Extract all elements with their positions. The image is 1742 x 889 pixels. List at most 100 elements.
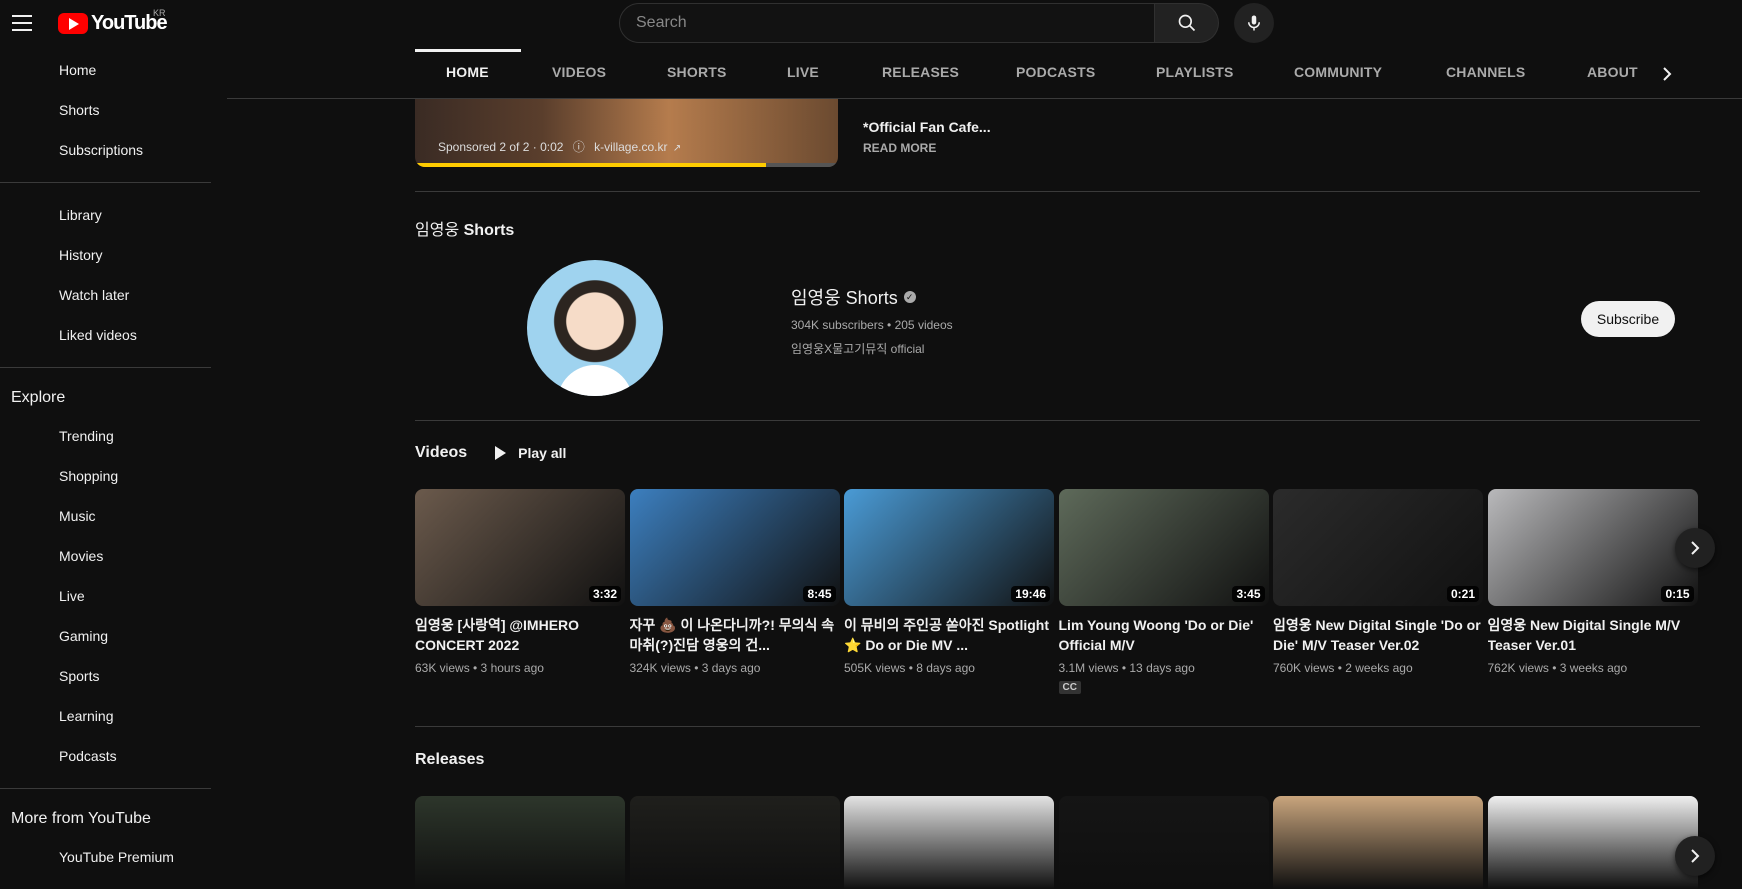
release-thumbnail[interactable]	[1487, 796, 1698, 889]
sidebar-item-sports[interactable]: Sports	[0, 656, 211, 696]
video-card[interactable]: 0:21 임영웅 New Digital Single 'Do or Die' M…	[1273, 489, 1483, 675]
videos-shelf: 3:32 임영웅 [사랑역] @IMHERO CONCERT 2022 63K vi…	[415, 489, 1700, 709]
tab-community[interactable]: COMMUNITY	[1294, 46, 1382, 98]
channel-name[interactable]: 임영웅 Shorts ✓	[791, 284, 916, 310]
verified-badge-icon: ✓	[903, 291, 916, 303]
tab-videos[interactable]: VIDEOS	[552, 46, 606, 98]
microphone-icon	[1248, 15, 1260, 31]
tab-about[interactable]: ABOUT	[1587, 46, 1638, 98]
video-meta: 762K views • 3 weeks ago	[1487, 661, 1628, 675]
sidebar-item-home[interactable]: Home	[0, 50, 211, 90]
video-thumbnail[interactable]: 3:32	[415, 489, 625, 606]
video-title[interactable]: 이 뮤비의 주인공 쏟아진 Spotlight ⭐ Do or Die MV .…	[844, 615, 1054, 655]
divider	[415, 191, 1700, 192]
ad-description: *Official Fan Cafe... READ MORE	[863, 119, 991, 155]
ad-info: Sponsored 2 of 2 · 0:02 ⓘ k-village.co.k…	[438, 138, 681, 155]
channel-avatar[interactable]	[527, 260, 663, 396]
sidebar-item-shorts[interactable]: Shorts	[0, 90, 211, 130]
divider	[0, 182, 211, 183]
video-title[interactable]: 임영웅 New Digital Single M/V Teaser Ver.01	[1488, 615, 1698, 655]
video-title[interactable]: 임영웅 [사랑역] @IMHERO CONCERT 2022	[415, 615, 625, 655]
tab-shorts[interactable]: SHORTS	[667, 46, 727, 98]
ad-domain-link[interactable]: k-village.co.kr	[594, 140, 667, 154]
play-all-button[interactable]: Play all	[495, 445, 566, 461]
subscribe-button[interactable]: Subscribe	[1581, 301, 1675, 337]
ad-sponsored-label: Sponsored 2 of 2 · 0:02	[438, 140, 564, 154]
divider	[0, 367, 211, 368]
search-icon	[1178, 14, 1195, 32]
video-thumbnail[interactable]: 0:21	[1273, 489, 1483, 606]
video-meta: 760K views • 2 weeks ago	[1273, 661, 1413, 675]
shorts-section-title: 임영웅 Shorts	[415, 216, 514, 240]
video-title[interactable]: 자꾸 💩 이 나온다니까?! 무의식 속 마취(?)진담 영웅의 건...	[630, 615, 840, 655]
video-title[interactable]: 임영웅 New Digital Single 'Do or Die' M/V T…	[1273, 615, 1483, 655]
ad-progress-fill	[415, 163, 767, 167]
section-title-bold: Shorts	[463, 222, 515, 239]
videos-next-button[interactable]	[1675, 528, 1715, 568]
play-all-label: Play all	[518, 445, 567, 461]
tab-channels[interactable]: CHANNELS	[1446, 46, 1525, 98]
video-card[interactable]: 0:15 임영웅 New Digital Single M/V Teaser Ve…	[1487, 489, 1698, 675]
video-thumbnail[interactable]: 3:45	[1058, 489, 1269, 606]
search-input[interactable]	[619, 3, 1155, 43]
release-thumbnail[interactable]	[415, 796, 625, 889]
video-card[interactable]: 3:45 Lim Young Woong 'Do or Die' Official…	[1058, 489, 1269, 695]
menu-icon[interactable]	[12, 12, 34, 34]
sidebar-item-liked-videos[interactable]: Liked videos	[0, 315, 211, 355]
sidebar-item-learning[interactable]: Learning	[0, 696, 211, 736]
tab-releases[interactable]: RELEASES	[882, 46, 959, 98]
tabs-scroll-right-button[interactable]	[1660, 64, 1674, 89]
video-title[interactable]: Lim Young Woong 'Do or Die' Official M/V	[1059, 615, 1269, 655]
tab-podcasts[interactable]: PODCASTS	[1016, 46, 1095, 98]
info-icon[interactable]: ⓘ	[573, 140, 585, 154]
active-tab-indicator	[415, 49, 521, 52]
sidebar-item-gaming[interactable]: Gaming	[0, 616, 211, 656]
search-button[interactable]	[1155, 3, 1219, 43]
tab-home[interactable]: HOME	[446, 46, 489, 98]
sidebar-item-podcasts[interactable]: Podcasts	[0, 736, 211, 776]
divider	[0, 788, 211, 789]
channel-meta: 304K subscribers • 205 videos	[791, 318, 953, 332]
divider	[415, 420, 1700, 421]
releases-section-title[interactable]: Releases	[415, 751, 484, 769]
sidebar-item-live[interactable]: Live	[0, 576, 211, 616]
channel-name-text: 임영웅 Shorts	[791, 288, 898, 308]
read-more-link[interactable]: READ MORE	[863, 141, 991, 155]
release-thumbnail[interactable]	[1273, 796, 1483, 889]
sidebar-item-trending[interactable]: Trending	[0, 416, 211, 456]
video-card[interactable]: 8:45 자꾸 💩 이 나온다니까?! 무의식 속 마취(?)진담 영웅의 건..…	[629, 489, 840, 675]
chevron-right-icon	[1691, 541, 1700, 555]
sidebar-item-movies[interactable]: Movies	[0, 536, 211, 576]
sidebar-item-youtube-premium[interactable]: YouTube Premium	[0, 837, 211, 877]
youtube-logo[interactable]: YouTube	[58, 12, 168, 35]
video-thumbnail[interactable]: 0:15	[1487, 489, 1698, 606]
video-meta: 3.1M views • 13 days ago	[1058, 661, 1195, 675]
video-duration: 0:15	[1661, 586, 1694, 602]
video-card[interactable]: 19:46 이 뮤비의 주인공 쏟아진 Spotlight ⭐ Do or Die…	[844, 489, 1054, 675]
ad-progress-bar	[415, 163, 838, 167]
sidebar-item-history[interactable]: History	[0, 235, 211, 275]
chevron-right-icon	[1663, 67, 1672, 81]
release-thumbnail[interactable]	[629, 796, 840, 889]
channel-tabs: HOME VIDEOS SHORTS LIVE RELEASES PODCAST…	[227, 46, 1742, 99]
releases-next-button[interactable]	[1675, 836, 1715, 876]
tab-playlists[interactable]: PLAYLISTS	[1156, 46, 1234, 98]
ad-video-thumbnail[interactable]: Sponsored 2 of 2 · 0:02 ⓘ k-village.co.k…	[415, 99, 838, 167]
video-thumbnail[interactable]: 19:46	[844, 489, 1054, 606]
videos-section-title[interactable]: Videos	[415, 444, 467, 462]
video-card[interactable]: 3:32 임영웅 [사랑역] @IMHERO CONCERT 2022 63K vi…	[415, 489, 625, 675]
video-thumbnail[interactable]: 8:45	[629, 489, 840, 606]
external-link-icon: ↗	[672, 143, 682, 154]
releases-shelf	[415, 796, 1700, 889]
release-thumbnail[interactable]	[844, 796, 1054, 889]
chevron-right-icon	[1691, 849, 1700, 863]
release-thumbnail[interactable]	[1058, 796, 1269, 889]
sidebar-item-library[interactable]: Library	[0, 195, 211, 235]
closed-captions-badge: CC	[1058, 681, 1081, 694]
tab-live[interactable]: LIVE	[787, 46, 819, 98]
sidebar-item-music[interactable]: Music	[0, 496, 211, 536]
voice-search-button[interactable]	[1234, 3, 1274, 43]
sidebar-item-watch-later[interactable]: Watch later	[0, 275, 211, 315]
sidebar-item-shopping[interactable]: Shopping	[0, 456, 211, 496]
sidebar-item-subscriptions[interactable]: Subscriptions	[0, 130, 211, 170]
